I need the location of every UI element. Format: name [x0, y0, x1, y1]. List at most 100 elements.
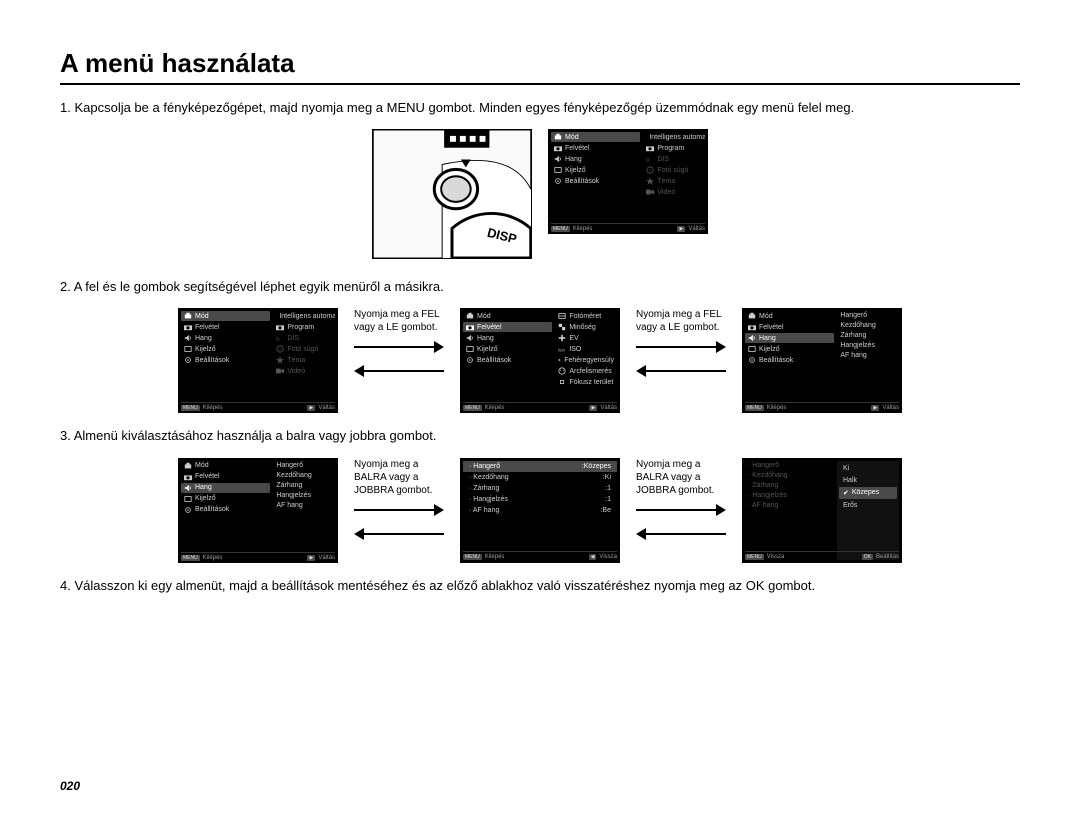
- menu-item: Videó: [273, 366, 335, 376]
- menu-item: Kezdőhang: [837, 321, 899, 330]
- menu-screen-shoot: MódFelvételHangKijelzőBeállítások Fotómé…: [460, 308, 620, 413]
- menu-item: ✔ Közepes: [839, 487, 897, 499]
- menu-item: Felvétel: [181, 322, 270, 332]
- svg-text:ISO: ISO: [558, 348, 565, 353]
- menu-item: Felvétel: [745, 322, 834, 332]
- menu-item: Program: [643, 143, 705, 153]
- menu-item: Mód: [463, 311, 552, 321]
- step-3-text: 3. Almenü kiválasztásához használja a ba…: [60, 427, 1020, 445]
- menu-item: Minőség: [555, 322, 617, 332]
- menu-screen-mode-2: MódFelvételHangKijelzőBeállítások Intell…: [178, 308, 338, 413]
- menu-item: Fotóméret: [555, 311, 617, 321]
- menu-item: Beállítások: [181, 505, 270, 515]
- option-row: · AF hang:Be: [463, 505, 617, 516]
- menu-item: Program: [273, 322, 335, 332]
- hint-updown-2: Nyomja meg a FEL vagy a LE gombot.: [636, 308, 726, 382]
- arrow-left-icon: [636, 527, 726, 541]
- menu-item: DDIS: [273, 333, 335, 343]
- arrow-right-icon: [636, 503, 726, 517]
- menu-item: · Kezdőhang: [745, 471, 837, 480]
- menu-item: Hangjelzés: [273, 491, 335, 500]
- menu-item: Hang: [745, 333, 834, 343]
- menu-item: Intelligens automata: [273, 311, 335, 321]
- menu-item: Hang: [463, 333, 552, 343]
- menu-item: Felvétel: [181, 472, 270, 482]
- menu-item: Beállítások: [463, 355, 552, 365]
- menu-item: AF hang: [837, 351, 899, 360]
- menu-item: Beállítások: [745, 355, 834, 365]
- menu-item: AF hang: [273, 501, 335, 510]
- menu-item: Hang: [181, 483, 270, 493]
- menu-item: Hang: [181, 333, 270, 343]
- step-1-figures: DISP MódFelvételHangKijelzőBeállítások I…: [60, 129, 1020, 264]
- option-row: · Hangjelzés:1: [463, 494, 617, 505]
- menu-item: Kijelző: [551, 165, 640, 175]
- menu-item: Hangjelzés: [837, 341, 899, 350]
- menu-item: Téma: [643, 176, 705, 186]
- menu-item: Kijelző: [463, 344, 552, 354]
- menu-item: Mód: [551, 132, 640, 142]
- step-2-text: 2. A fel és le gombok segítségével léphe…: [60, 278, 1020, 296]
- menu-item: Halk: [839, 475, 897, 486]
- menu-item: Intelligens automata: [643, 132, 705, 142]
- menu-item: Mód: [745, 311, 834, 321]
- menu-item: Zárhang: [837, 331, 899, 340]
- menu-item: Zárhang: [273, 481, 335, 490]
- step-1-text: 1. Kapcsolja be a fényképezőgépet, majd …: [60, 99, 1020, 117]
- menu-item: · Hangjelzés: [745, 491, 837, 500]
- svg-text:?: ?: [279, 348, 282, 354]
- option-row: · Kezdőhang:Ki: [463, 472, 617, 483]
- menu-item: Beállítások: [551, 176, 640, 186]
- sound-options-screen: · Hangerő:Közepes· Kezdőhang:Ki· Zárhang…: [460, 458, 620, 563]
- menu-item: Ki: [839, 463, 897, 474]
- camera-drawing: DISP: [372, 129, 532, 264]
- page-number: 020: [60, 779, 80, 793]
- arrow-right-icon: [354, 340, 444, 354]
- svg-text:D: D: [276, 337, 280, 343]
- arrow-left-icon: [354, 527, 444, 541]
- menu-screen-sound: MódFelvételHangKijelzőBeállítások Hanger…: [742, 308, 902, 413]
- menu-item: DDIS: [643, 154, 705, 164]
- menu-item: Kijelző: [181, 494, 270, 504]
- arrow-left-icon: [636, 364, 726, 378]
- menu-item: · Zárhang: [745, 481, 837, 490]
- arrow-left-icon: [354, 364, 444, 378]
- arrow-right-icon: [636, 340, 726, 354]
- menu-item: Arcfelismerés: [555, 366, 617, 376]
- step-4-text: 4. Válasszon ki egy almenüt, majd a beál…: [60, 577, 1020, 595]
- menu-item: · AF hang: [745, 501, 837, 510]
- menu-item: Hangerő: [273, 461, 335, 470]
- hint-leftright-1: Nyomja meg a BALRA vagy a JOBBRA gombot.: [354, 458, 444, 545]
- arrow-right-icon: [354, 503, 444, 517]
- hint-updown-1: Nyomja meg a FEL vagy a LE gombot.: [354, 308, 444, 382]
- menu-item: Fókusz terület: [555, 377, 617, 387]
- menu-item: Hang: [551, 154, 640, 164]
- volume-select-screen: · Hangerő· Kezdőhang· Zárhang· Hangjelzé…: [742, 458, 902, 563]
- menu-item: Hangerő: [837, 311, 899, 320]
- menu-item: EV: [555, 333, 617, 343]
- menu-item: Beállítások: [181, 355, 270, 365]
- menu-item: Erős: [839, 500, 897, 511]
- step-2-figures: MódFelvételHangKijelzőBeállítások Intell…: [60, 308, 1020, 413]
- menu-item: Felvétel: [463, 322, 552, 332]
- menu-item: ISOISO: [555, 344, 617, 354]
- menu-item: Videó: [643, 187, 705, 197]
- menu-item: Mód: [181, 311, 270, 321]
- option-row: · Hangerő:Közepes: [463, 461, 617, 472]
- page-title: A menü használata: [60, 48, 1020, 85]
- menu-item: Felvétel: [551, 143, 640, 153]
- hint-leftright-2: Nyomja meg a BALRA vagy a JOBBRA gombot.: [636, 458, 726, 545]
- menu-item: · Hangerő: [745, 461, 837, 470]
- menu-item: Fehéregyensúly: [555, 355, 617, 365]
- svg-text:?: ?: [649, 169, 652, 175]
- menu-item: Kijelző: [745, 344, 834, 354]
- menu-item: Kijelző: [181, 344, 270, 354]
- menu-item: Téma: [273, 355, 335, 365]
- menu-screen-sound-2: MódFelvételHangKijelzőBeállítások Hanger…: [178, 458, 338, 563]
- menu-item: Mód: [181, 461, 270, 471]
- step-3-figures: MódFelvételHangKijelzőBeállítások Hanger…: [60, 458, 1020, 563]
- menu-screen-mode: MódFelvételHangKijelzőBeállítások Intell…: [548, 129, 708, 234]
- menu-item: Kezdőhang: [273, 471, 335, 480]
- menu-item: ?Fotó súgó: [643, 165, 705, 175]
- option-row: · Zárhang:1: [463, 483, 617, 494]
